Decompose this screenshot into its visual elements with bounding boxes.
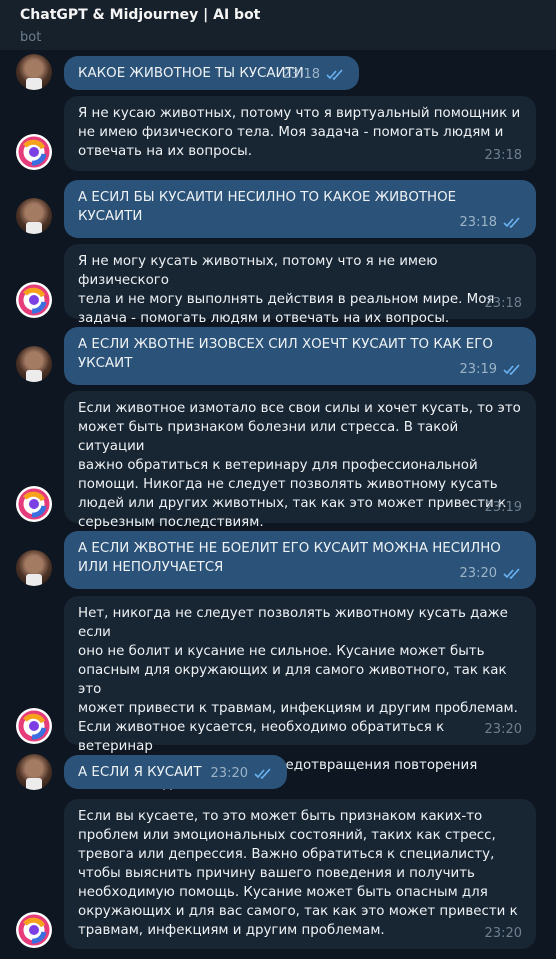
double-check-icon (503, 217, 520, 228)
message-text: Я не могу кусать животных, потому что я … (78, 254, 495, 326)
user-avatar[interactable] (16, 198, 52, 234)
double-check-icon (326, 69, 343, 80)
message-time: 23:20 (484, 926, 522, 941)
message-time: 23:18 (282, 67, 320, 82)
message-time: 23:18 (484, 296, 522, 311)
bot-avatar[interactable] (16, 708, 52, 744)
message-text: А ЕСЛИ ЖВОТНЕ НЕ БОЕЛИТ ЕГО КУСАИТ МОЖНА… (78, 541, 501, 575)
outgoing-message[interactable]: А ЕСИЛ БЫ КУСАИТИ НЕСИЛНО ТО КАКОЕ ЖИВОТ… (64, 180, 536, 238)
outgoing-message[interactable]: А ЕСЛИ ЖВОТНЕ НЕ БОЕЛИТ ЕГО КУСАИТ МОЖНА… (64, 531, 536, 589)
message-time: 23:19 (459, 362, 497, 377)
outgoing-message[interactable]: КАКОЕ ЖИВОТНОЕ ТЫ КУСАИТИ 23:18 (64, 56, 359, 90)
bot-avatar[interactable] (16, 486, 52, 522)
double-check-icon (503, 568, 520, 579)
double-check-icon (254, 768, 271, 779)
message-time: 23:18 (459, 215, 497, 230)
message-text: А ЕСЛИ Я КУСАИТ (78, 765, 202, 780)
bot-logo-icon (18, 914, 50, 946)
message-list: КАКОЕ ЖИВОТНОЕ ТЫ КУСАИТИ 23:18 Я не кус… (0, 0, 556, 959)
outgoing-message[interactable]: А ЕСЛИ ЖВОТНЕ ИЗОВСЕХ СИЛ ХОЕЧТ КУСАИТ Т… (64, 327, 536, 385)
incoming-message[interactable]: Если вы кусаете, то это может быть призн… (64, 799, 536, 949)
incoming-message[interactable]: Я не кусаю животных, потому что я виртуа… (64, 96, 536, 171)
message-text: А ЕСЛИ ЖВОТНЕ ИЗОВСЕХ СИЛ ХОЕЧТ КУСАИТ Т… (78, 337, 493, 371)
user-avatar[interactable] (16, 754, 52, 790)
bot-logo-icon (18, 136, 50, 168)
outgoing-message[interactable]: А ЕСЛИ Я КУСАИТ 23:20 (64, 755, 287, 789)
message-time: 23:20 (459, 566, 497, 581)
incoming-message[interactable]: Я не могу кусать животных, потому что я … (64, 244, 536, 326)
message-text: Если вы кусаете, то это может быть призн… (78, 809, 518, 938)
user-avatar[interactable] (16, 54, 52, 90)
message-text: КАКОЕ ЖИВОТНОЕ ТЫ КУСАИТИ (78, 66, 304, 81)
double-check-icon (503, 364, 520, 375)
message-time: 23:20 (210, 766, 248, 781)
message-time: 23:19 (484, 500, 522, 515)
bot-avatar[interactable] (16, 134, 52, 170)
message-time: 23:18 (484, 148, 522, 163)
bot-logo-icon (18, 284, 50, 316)
message-text: Я не кусаю животных, потому что я виртуа… (78, 106, 521, 159)
chat-subtitle: bot (20, 30, 42, 45)
bot-avatar[interactable] (16, 282, 52, 318)
message-time: 23:20 (484, 722, 522, 737)
user-avatar[interactable] (16, 550, 52, 586)
chat-title: ChatGPT & Midjourney | AI bot (20, 7, 261, 23)
bot-logo-icon (18, 710, 50, 742)
incoming-message[interactable]: Если животное измотало все свои силы и х… (64, 391, 536, 530)
message-text: А ЕСИЛ БЫ КУСАИТИ НЕСИЛНО ТО КАКОЕ ЖИВОТ… (78, 190, 457, 224)
message-text: Если животное измотало все свои силы и х… (78, 401, 521, 530)
chat-header[interactable]: ChatGPT & Midjourney | AI bot bot (0, 0, 556, 50)
incoming-message[interactable]: Нет, никогда не следует позволять животн… (64, 596, 536, 792)
user-avatar[interactable] (16, 346, 52, 382)
bot-avatar[interactable] (16, 912, 52, 948)
bot-logo-icon (18, 488, 50, 520)
